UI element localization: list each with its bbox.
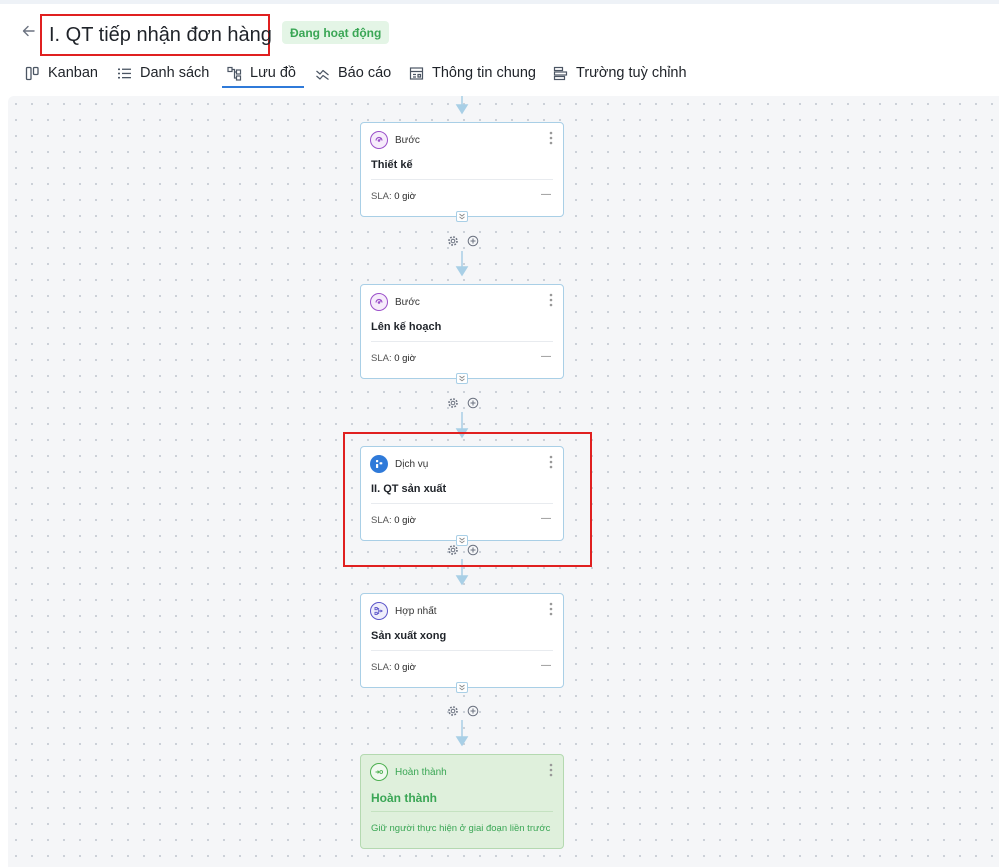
tab-custom-fields[interactable]: Trường tuỳ chỉnh — [552, 60, 687, 86]
flow-node-complete[interactable]: Hoàn thành Hoàn thành Giữ người thực hiệ… — [360, 754, 564, 849]
flow-node-production-service[interactable]: Dịch vụ II. QT sản xuất SLA: 0 giờ — — [360, 446, 564, 546]
more-options-icon[interactable] — [549, 293, 553, 307]
list-icon — [116, 65, 132, 81]
service-icon — [370, 455, 388, 473]
node-name: Hoàn thành — [371, 791, 437, 805]
step-icon — [370, 293, 388, 311]
sla-label: SLA: — [371, 191, 392, 202]
add-node-plus-icon[interactable] — [467, 704, 479, 717]
node-sla: SLA: 0 giờ — [371, 662, 416, 673]
node-sla: SLA: 0 giờ — [371, 191, 416, 202]
node-type-label: Bước — [395, 296, 420, 308]
flow-node-production-done[interactable]: Hợp nhất Sản xuất xong SLA: 0 giờ — — [360, 593, 564, 693]
tab-list-label: Danh sách — [140, 65, 210, 81]
node-divider — [371, 503, 553, 504]
add-node-plus-icon[interactable] — [467, 234, 479, 247]
node-note: Giữ người thực hiện ở giai đoạn liền trư… — [371, 823, 551, 834]
sla-label: SLA: — [371, 515, 392, 526]
node-trailing: — — [541, 189, 551, 200]
node-name: Lên kế hoạch — [371, 321, 442, 333]
flow-node-planning[interactable]: Bước Lên kế hoạch SLA: 0 giờ — — [360, 284, 564, 384]
node-settings-gear-icon[interactable] — [447, 234, 459, 246]
more-options-icon[interactable] — [549, 602, 553, 616]
sla-value: 0 giờ — [394, 515, 416, 526]
flow-canvas[interactable]: Bước Thiết kế SLA: 0 giờ — Bước Lên kế h… — [8, 96, 999, 867]
tab-custom-fields-label: Trường tuỳ chỉnh — [576, 65, 687, 81]
sla-value: 0 giờ — [394, 353, 416, 364]
node-header: Bước — [370, 293, 420, 311]
more-options-icon[interactable] — [549, 131, 553, 145]
node-trailing: — — [541, 513, 551, 524]
report-icon — [314, 65, 330, 81]
info-icon — [408, 65, 424, 81]
kanban-icon — [24, 65, 40, 81]
node-divider — [371, 811, 553, 812]
tab-list[interactable]: Danh sách — [116, 60, 209, 86]
expand-chevron-icon[interactable] — [456, 682, 468, 693]
flowchart-icon — [226, 65, 242, 81]
tab-flowchart-label: Lưu đồ — [250, 65, 296, 81]
node-trailing: — — [541, 660, 551, 671]
node-header: Hoàn thành — [370, 763, 447, 781]
custom-fields-icon — [552, 65, 568, 81]
node-settings-gear-icon[interactable] — [447, 543, 459, 555]
complete-icon — [370, 763, 388, 781]
sla-value: 0 giờ — [394, 662, 416, 673]
status-badge: Đang hoạt động — [282, 21, 390, 44]
node-header: Bước — [370, 131, 420, 149]
tab-kanban[interactable]: Kanban — [24, 60, 98, 86]
node-header: Dịch vụ — [370, 455, 428, 473]
node-name: Sản xuất xong — [371, 630, 447, 642]
back-arrow-icon[interactable] — [20, 22, 38, 40]
sla-label: SLA: — [371, 353, 392, 364]
node-type-label: Hợp nhất — [395, 605, 437, 617]
expand-chevron-icon[interactable] — [456, 211, 468, 222]
sla-value: 0 giờ — [394, 191, 416, 202]
node-type-label: Dịch vụ — [395, 458, 429, 470]
top-strip — [0, 0, 999, 4]
flow-node-design[interactable]: Bước Thiết kế SLA: 0 giờ — — [360, 122, 564, 222]
node-divider — [371, 341, 553, 342]
node-type-label: Bước — [395, 134, 420, 146]
tab-flowchart[interactable]: Lưu đồ — [222, 60, 304, 88]
more-options-icon[interactable] — [549, 763, 553, 777]
tab-general-info[interactable]: Thông tin chung — [408, 60, 536, 86]
node-trailing: — — [541, 351, 551, 362]
tab-report-label: Báo cáo — [338, 65, 392, 81]
page-title: I. QT tiếp nhận đơn hàng — [49, 23, 272, 46]
more-options-icon[interactable] — [549, 455, 553, 469]
node-settings-gear-icon[interactable] — [447, 396, 459, 408]
node-divider — [371, 650, 553, 651]
tab-general-info-label: Thông tin chung — [432, 65, 536, 81]
merge-icon — [370, 602, 388, 620]
node-divider — [371, 179, 553, 180]
add-node-plus-icon[interactable] — [467, 396, 479, 409]
node-settings-gear-icon[interactable] — [447, 704, 459, 716]
title-highlight: I. QT tiếp nhận đơn hàng — [40, 14, 272, 56]
node-header: Hợp nhất — [370, 602, 437, 620]
add-node-plus-icon[interactable] — [467, 543, 479, 556]
sla-label: SLA: — [371, 662, 392, 673]
tab-report[interactable]: Báo cáo — [314, 60, 391, 86]
node-sla: SLA: 0 giờ — [371, 515, 416, 526]
node-type-label: Hoàn thành — [395, 766, 447, 778]
step-icon — [370, 131, 388, 149]
expand-chevron-icon[interactable] — [456, 373, 468, 384]
node-sla: SLA: 0 giờ — [371, 353, 416, 364]
node-name: Thiết kế — [371, 159, 413, 171]
tab-kanban-label: Kanban — [48, 65, 98, 81]
node-name: II. QT sản xuất — [371, 483, 447, 495]
